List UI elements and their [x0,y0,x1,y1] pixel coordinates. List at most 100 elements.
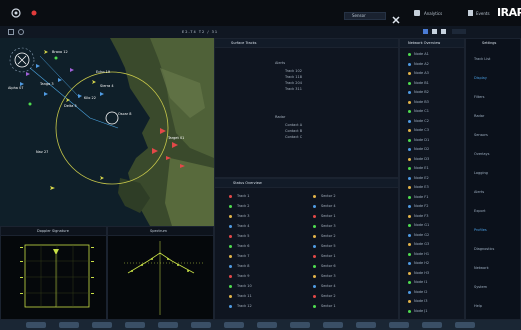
chart-icon[interactable] [414,10,420,16]
network-row[interactable]: Node H3 [400,270,464,277]
status-row-name: Track 6 [237,244,250,248]
status-row[interactable]: Track 8 Sector 6 [215,263,398,270]
map-label[interactable]: Delta 5 [64,104,77,108]
sidebar-item[interactable]: Display [466,74,520,83]
network-row[interactable]: Node J1 [400,308,464,315]
network-row[interactable]: Node A1 [400,51,464,58]
network-row[interactable]: Node I1 [400,279,464,286]
network-row[interactable]: Node B3 [400,99,464,106]
network-row[interactable]: Node H2 [400,260,464,267]
map-label[interactable]: Nav 27 [36,150,48,154]
track-item[interactable]: Track 311 [285,87,302,91]
status-row[interactable]: Track 9 Sector 3 [215,273,398,280]
network-row[interactable]: Node C2 [400,118,464,125]
track-item[interactable]: Track 102 [285,69,302,73]
map-view[interactable]: Bravo 12 Alpha 07 Tango 3 Kilo 22 Delta … [0,38,214,226]
map-label[interactable]: Kilo 22 [84,96,96,100]
network-row[interactable]: Node A3 [400,70,464,77]
network-row[interactable]: Node D3 [400,156,464,163]
network-row[interactable]: Node F1 [400,194,464,201]
network-row[interactable]: Node I3 [400,298,464,305]
network-row[interactable]: Node D2 [400,146,464,153]
map-label[interactable]: Target 01 [168,136,184,140]
network-row[interactable]: Node I2 [400,289,464,296]
sidebar-item[interactable]: Sensors [466,131,520,140]
sidebar-item[interactable]: Overlays [466,150,520,159]
status-row[interactable]: Track 7 Sector 1 [215,253,398,260]
taskbar-app-button[interactable] [356,322,376,328]
status-row[interactable]: Track 5 Sector 2 [215,233,398,240]
layers-icon[interactable] [8,29,14,35]
map-label[interactable]: Alpha 07 [8,86,24,90]
target-icon[interactable] [11,8,21,18]
status-row[interactable]: Track 12 Sector 1 [215,303,398,310]
status-dot [229,215,232,218]
sidebar-item[interactable]: Filters [466,93,520,102]
network-row[interactable]: Node B2 [400,89,464,96]
track-item[interactable]: Track 118 [285,75,302,79]
taskbar-app-button[interactable] [191,322,211,328]
contact-item[interactable]: Contact A [285,123,302,127]
status-row[interactable]: Track 2 Sector 4 [215,203,398,210]
sidebar-item[interactable]: Alerts [466,188,520,197]
sidebar-item[interactable]: Help [466,302,520,311]
window-controls[interactable] [452,29,466,34]
network-row[interactable]: Node D1 [400,137,464,144]
sidebar-item[interactable]: Export [466,207,520,216]
network-row[interactable]: Node E2 [400,175,464,182]
taskbar-app-button[interactable] [323,322,343,328]
status-row[interactable]: Track 4 Sector 3 [215,223,398,230]
network-row[interactable]: Node A2 [400,61,464,68]
network-row[interactable]: Node E1 [400,165,464,172]
record-icon[interactable] [31,10,37,16]
network-row[interactable]: Node B1 [400,80,464,87]
map-label[interactable]: Tango 3 [40,82,54,86]
taskbar-app-button[interactable] [125,322,145,328]
map-label[interactable]: Sierra 4 [100,84,114,88]
network-row[interactable]: Node C1 [400,108,464,115]
taskbar-app-button[interactable] [158,322,178,328]
sidebar-item[interactable]: System [466,283,520,292]
node-dot [408,309,411,313]
status-row[interactable]: Track 3 Sector 1 [215,213,398,220]
fullscreen-icon[interactable] [441,29,446,34]
sidebar-item[interactable]: Track List [466,55,520,64]
map-label[interactable]: Oscar 8 [118,112,131,116]
sidebar-item[interactable]: Logging [466,169,520,178]
info-icon[interactable] [423,29,428,34]
sidebar-item[interactable]: Radar [466,112,520,121]
taskbar-app-button[interactable] [224,322,244,328]
network-row[interactable]: Node F2 [400,203,464,210]
track-item[interactable]: Track 204 [285,81,302,85]
zoom-icon[interactable] [18,29,24,35]
network-row[interactable]: Node G3 [400,241,464,248]
taskbar-app-button[interactable] [92,322,112,328]
status-row[interactable]: Track 6 Sector 5 [215,243,398,250]
taskbar-app-button[interactable] [455,322,475,328]
map-label[interactable]: Echo 19 [96,70,110,74]
status-row[interactable]: Track 1 Sector 2 [215,193,398,200]
taskbar-app-button[interactable] [257,322,277,328]
taskbar-app-button[interactable] [290,322,310,328]
sidebar-item[interactable]: Diagnostics [466,245,520,254]
taskbar-app-button[interactable] [59,322,79,328]
network-row[interactable]: Node H1 [400,251,464,258]
sidebar-item[interactable]: Network [466,264,520,273]
settings-icon[interactable] [432,29,437,34]
sidebar-item[interactable]: Profiles [466,226,520,235]
taskbar-app-button[interactable] [389,322,409,328]
map-label[interactable]: Bravo 12 [52,50,68,54]
bell-icon[interactable] [468,10,473,16]
contact-item[interactable]: Contact B [285,129,302,133]
taskbar-app-button[interactable] [26,322,46,328]
taskbar-app-button[interactable] [422,322,442,328]
contact-item[interactable]: Contact C [285,135,302,139]
status-row[interactable]: Track 11 Sector 2 [215,293,398,300]
status-row[interactable]: Track 10 Sector 4 [215,283,398,290]
close-icon[interactable] [392,9,400,24]
network-row[interactable]: Node E3 [400,184,464,191]
network-row[interactable]: Node G2 [400,232,464,239]
network-row[interactable]: Node G1 [400,222,464,229]
network-row[interactable]: Node C3 [400,127,464,134]
network-row[interactable]: Node F3 [400,213,464,220]
